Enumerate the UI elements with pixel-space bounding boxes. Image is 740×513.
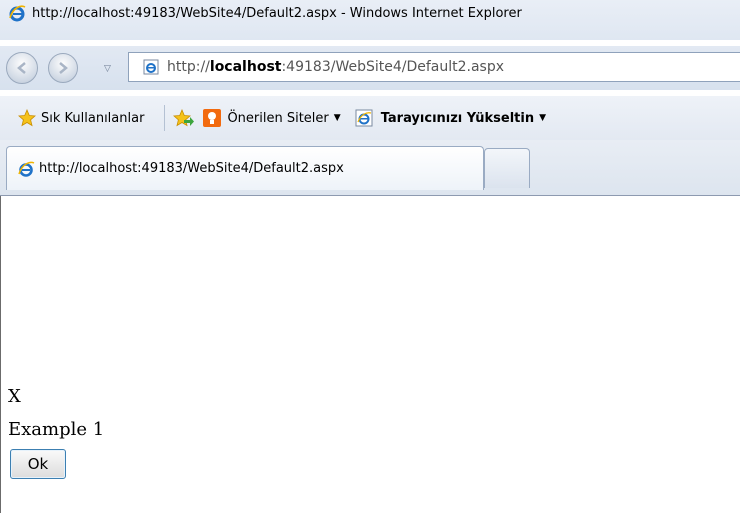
ok-button[interactable]: Ok: [10, 449, 66, 479]
upgrade-browser-button[interactable]: Tarayıcınızı Yükseltin ▼: [355, 109, 546, 127]
suggested-sites-label: Önerilen Siteler: [227, 110, 329, 126]
favorites-bar: Sık Kullanılanlar Önerilen Siteler ▼ Tar…: [0, 96, 740, 140]
tab-strip: http://localhost:49183/WebSite4/Default2…: [0, 140, 740, 196]
upgrade-browser-label: Tarayıcınızı Yükseltin: [380, 110, 535, 126]
star-icon: [18, 109, 36, 127]
address-bar[interactable]: http://localhost:49183/WebSite4/Default2…: [128, 52, 740, 82]
suggested-sites-dropdown-icon: ▼: [333, 113, 341, 123]
window-title-bar: http://localhost:49183/WebSite4/Default2…: [0, 0, 740, 40]
tab-ie-icon: [18, 161, 35, 177]
forward-arrow-icon: [59, 62, 68, 74]
ie-logo-icon: [9, 5, 26, 22]
ie-page-icon: [355, 109, 373, 127]
upgrade-dropdown-icon: ▼: [539, 113, 547, 123]
window-title: http://localhost:49183/WebSite4/Default2…: [32, 5, 522, 21]
suggested-sites-icon: [203, 109, 222, 127]
page-ie-icon: [143, 59, 159, 75]
back-button[interactable]: [6, 52, 38, 84]
forward-button[interactable]: [48, 53, 78, 83]
favorites-label: Sık Kullanılanlar: [41, 110, 145, 126]
tab-active[interactable]: http://localhost:49183/WebSite4/Default2…: [6, 146, 484, 190]
recent-pages-dropdown-icon[interactable]: ▽: [104, 64, 111, 74]
navigation-toolbar: ▽ http://localhost:49183/WebSite4/Defaul…: [0, 46, 740, 90]
tab-title: http://localhost:49183/WebSite4/Default2…: [39, 161, 344, 176]
label-x: X: [8, 386, 21, 407]
toolbar-separator: [164, 105, 166, 131]
back-arrow-icon: [17, 62, 26, 74]
new-tab-button[interactable]: [484, 148, 530, 188]
page-content: X Example 1 Ok: [0, 196, 740, 513]
label-example: Example 1: [8, 419, 105, 440]
add-to-favorites-icon[interactable]: [173, 109, 195, 127]
address-url[interactable]: http://localhost:49183/WebSite4/Default2…: [167, 59, 504, 75]
favorites-button[interactable]: Sık Kullanılanlar: [18, 109, 144, 127]
suggested-sites-button[interactable]: Önerilen Siteler ▼: [203, 109, 341, 127]
